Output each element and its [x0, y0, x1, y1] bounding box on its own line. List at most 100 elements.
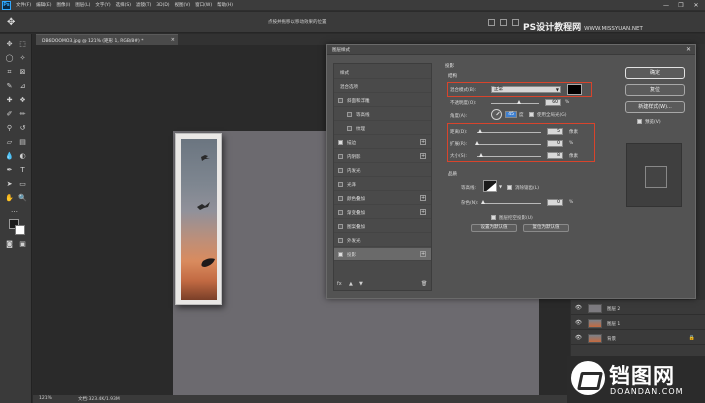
- background-color-swatch[interactable]: [15, 225, 25, 235]
- rectangle-icon[interactable]: ▭: [18, 180, 27, 189]
- style-item-styles[interactable]: 样式: [334, 66, 431, 79]
- style-checkbox[interactable]: [338, 98, 343, 103]
- menu-image[interactable]: 图像(I): [56, 2, 70, 8]
- style-item-inner-glow[interactable]: 内发光: [334, 164, 431, 177]
- fx-icon[interactable]: fx: [337, 281, 342, 287]
- make-default-button[interactable]: 设置为默认值: [471, 224, 517, 232]
- menu-file[interactable]: 文件(F): [16, 2, 31, 8]
- move-up-icon[interactable]: ▲: [349, 281, 353, 287]
- pencil-icon[interactable]: ✏: [18, 110, 27, 119]
- noise-input[interactable]: 0: [547, 199, 563, 206]
- style-item-bevel-emboss[interactable]: 斜面和浮雕: [334, 94, 431, 107]
- angle-input[interactable]: 45: [505, 111, 517, 118]
- hand-icon[interactable]: ✋: [5, 194, 14, 203]
- marquee-icon[interactable]: ⬚: [18, 40, 27, 49]
- reset-default-button[interactable]: 复位为默认值: [523, 224, 569, 232]
- visibility-eye-icon[interactable]: 👁: [575, 320, 582, 326]
- more-tools-icon[interactable]: …: [10, 206, 19, 215]
- zoom-icon[interactable]: 🔍: [18, 194, 27, 203]
- style-checkbox[interactable]: [338, 238, 343, 243]
- add-effect-icon[interactable]: +: [420, 251, 426, 257]
- noise-slider-knob[interactable]: [481, 200, 485, 204]
- style-checkbox[interactable]: [338, 154, 343, 159]
- document-tab[interactable]: DB6DOOMO3.jpg @ 121% (矩形 1, RGB/8#) * ×: [36, 34, 178, 45]
- style-checkbox[interactable]: [338, 196, 343, 201]
- layer-row[interactable]: 👁 图层 1: [571, 317, 705, 330]
- workspace-icon[interactable]: [488, 19, 495, 26]
- magic-wand-icon[interactable]: ✧: [18, 54, 27, 63]
- preview-checkbox[interactable]: [637, 119, 642, 124]
- menu-layer[interactable]: 图层(L): [75, 2, 90, 8]
- patch-icon[interactable]: ❖: [18, 96, 27, 105]
- menu-3d[interactable]: 3D(D): [156, 3, 169, 8]
- dialog-close-icon[interactable]: ✕: [686, 46, 691, 53]
- style-checkbox[interactable]: [347, 112, 352, 117]
- opacity-slider[interactable]: [491, 100, 539, 104]
- menu-edit[interactable]: 编辑(E): [36, 2, 51, 8]
- blur-icon[interactable]: 💧: [5, 152, 14, 161]
- style-item-satin[interactable]: 光泽: [334, 178, 431, 191]
- knockout-checkbox[interactable]: [491, 215, 496, 220]
- distance-slider-knob[interactable]: [478, 129, 482, 133]
- stamp-icon[interactable]: ⚲: [5, 124, 14, 133]
- move-down-icon[interactable]: ▼: [359, 281, 363, 287]
- menu-view[interactable]: 视图(V): [175, 2, 191, 8]
- style-item-outer-glow[interactable]: 外发光: [334, 234, 431, 247]
- style-checkbox[interactable]: [347, 126, 352, 131]
- history-brush-icon[interactable]: ↺: [18, 124, 27, 133]
- shadow-color-swatch[interactable]: [567, 84, 582, 95]
- style-item-contour[interactable]: 等高线: [334, 108, 431, 121]
- type-icon[interactable]: T: [18, 166, 27, 175]
- style-item-inner-shadow[interactable]: 内阴影 +: [334, 150, 431, 163]
- minimize-button[interactable]: —: [659, 0, 673, 11]
- move-icon[interactable]: ✥: [5, 40, 14, 49]
- add-effect-icon[interactable]: +: [420, 195, 426, 201]
- style-item-texture[interactable]: 纹理: [334, 122, 431, 135]
- angle-dial-icon[interactable]: [491, 109, 502, 120]
- search-icon[interactable]: [500, 19, 507, 26]
- add-effect-icon[interactable]: +: [420, 209, 426, 215]
- share-icon[interactable]: [512, 19, 519, 26]
- noise-slider[interactable]: [481, 200, 541, 204]
- contour-picker[interactable]: [483, 180, 497, 192]
- menu-type[interactable]: 文字(Y): [95, 2, 110, 8]
- move-tool-icon[interactable]: ✥: [7, 17, 15, 28]
- quick-mask-icon[interactable]: ◙: [5, 240, 14, 249]
- reset-button[interactable]: 复位: [625, 84, 685, 96]
- menu-help[interactable]: 帮助(H): [217, 2, 233, 8]
- style-item-pattern-overlay[interactable]: 图案叠加: [334, 220, 431, 233]
- crop-icon[interactable]: ⌗: [5, 68, 14, 77]
- style-item-blending-options[interactable]: 混合选项: [334, 80, 431, 93]
- path-select-icon[interactable]: ➤: [5, 180, 14, 189]
- pen-icon[interactable]: ✒: [5, 166, 14, 175]
- style-checkbox-checked[interactable]: [338, 252, 343, 257]
- spread-slider-knob[interactable]: [475, 141, 479, 145]
- visibility-eye-icon[interactable]: 👁: [575, 305, 582, 311]
- size-slider[interactable]: [477, 153, 541, 157]
- style-checkbox[interactable]: [338, 168, 343, 173]
- global-light-checkbox[interactable]: [529, 112, 534, 117]
- menu-filter[interactable]: 滤镜(T): [136, 2, 151, 8]
- style-checkbox[interactable]: [338, 210, 343, 215]
- visibility-eye-icon[interactable]: 👁: [575, 335, 582, 341]
- size-slider-knob[interactable]: [479, 153, 483, 157]
- style-item-stroke[interactable]: 描边 +: [334, 136, 431, 149]
- style-checkbox[interactable]: [338, 182, 343, 187]
- trash-icon[interactable]: 🗑: [421, 281, 427, 287]
- layer-row[interactable]: 👁 背景 🔒: [571, 332, 705, 345]
- style-checkbox-checked[interactable]: [338, 140, 343, 145]
- menu-select[interactable]: 选择(S): [116, 2, 131, 8]
- ok-button[interactable]: 确定: [625, 67, 685, 79]
- menu-window[interactable]: 窗口(W): [195, 2, 212, 8]
- lasso-icon[interactable]: ◯: [5, 54, 14, 63]
- ruler-icon[interactable]: ⊿: [18, 82, 27, 91]
- zoom-level[interactable]: 121%: [39, 396, 52, 401]
- opacity-input[interactable]: 60: [545, 99, 561, 106]
- screen-mode-icon[interactable]: ▣: [18, 240, 27, 249]
- style-item-drop-shadow[interactable]: 投影 +: [334, 248, 431, 261]
- maximize-button[interactable]: ❐: [674, 0, 688, 11]
- style-checkbox[interactable]: [338, 224, 343, 229]
- gradient-icon[interactable]: ▤: [18, 138, 27, 147]
- spread-slider[interactable]: [475, 141, 541, 145]
- add-effect-icon[interactable]: +: [420, 153, 426, 159]
